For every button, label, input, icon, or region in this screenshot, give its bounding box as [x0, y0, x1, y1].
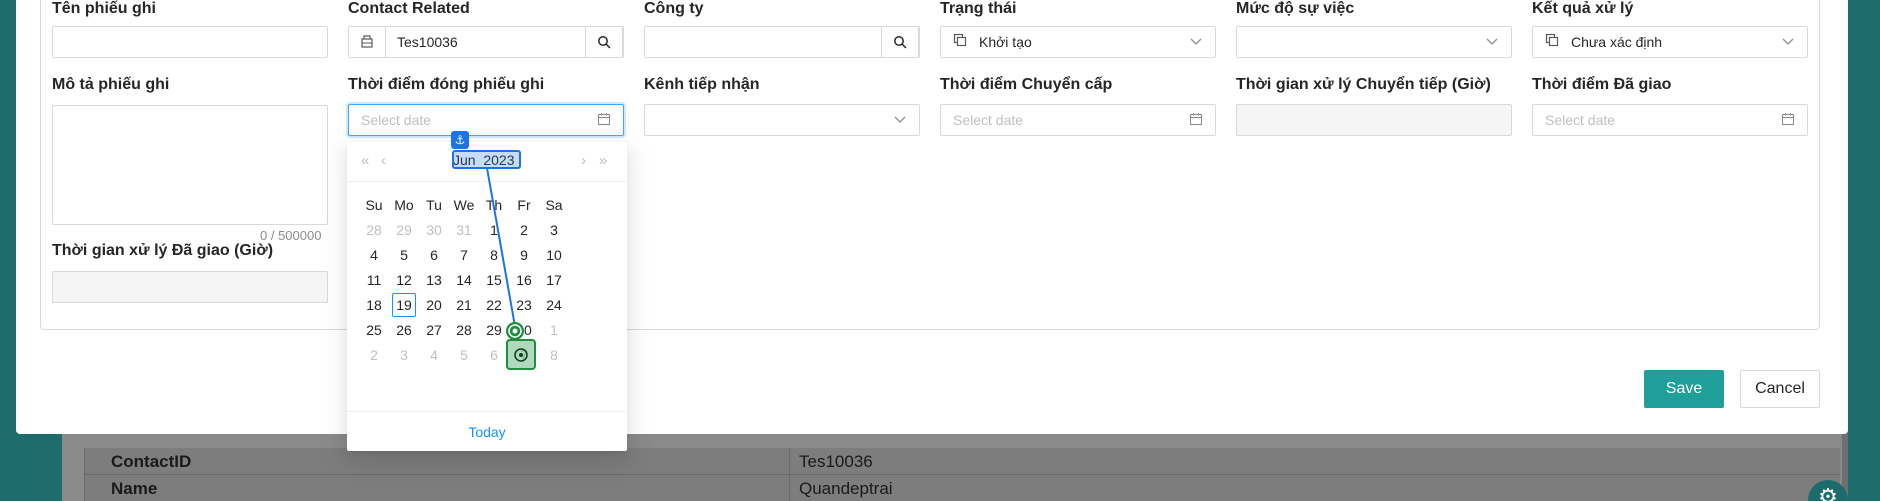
contact-related-input[interactable]: Tes10036 — [348, 26, 624, 58]
label-trang-thai: Trạng thái — [940, 0, 1017, 17]
super-next-year-icon[interactable]: » — [599, 152, 607, 169]
calendar-day[interactable]: 8 — [536, 340, 572, 370]
cancel-button[interactable]: Cancel — [1740, 370, 1820, 408]
label-thoi-gian-da-giao: Thời gian xử lý Đã giao (Giờ) — [52, 242, 274, 259]
chevron-down-icon — [1485, 34, 1501, 50]
copy-icon — [953, 33, 967, 50]
building-icon — [349, 27, 386, 57]
row-value: Tes10036 — [799, 452, 873, 471]
today-link[interactable]: Today — [347, 411, 627, 451]
character-counter: 0 / 500000 — [260, 228, 322, 243]
row-value: Quandeptrai — [799, 479, 893, 498]
next-month-icon[interactable]: › — [581, 152, 586, 169]
chevron-down-icon — [1189, 34, 1205, 50]
thoi-diem-dong-datepicker[interactable]: Select date — [348, 104, 624, 136]
thoi-diem-da-giao-datepicker[interactable]: Select date — [1532, 104, 1808, 136]
label-thoi-gian-chuyen-tiep: Thời gian xử lý Chuyển tiếp (Giờ) — [1236, 76, 1491, 93]
copy-icon — [1545, 33, 1559, 50]
background-right-strip — [1848, 0, 1880, 501]
thoi-diem-chuyen-cap-datepicker[interactable]: Select date — [940, 104, 1216, 136]
label-contact-related: Contact Related — [348, 0, 470, 17]
thoi-gian-chuyen-tiep-input — [1236, 104, 1512, 136]
save-button[interactable]: Save — [1644, 370, 1724, 408]
table-row: ContactID Tes10036 — [85, 448, 1840, 475]
calendar-icon — [597, 112, 613, 128]
ten-phieu-ghi-input[interactable] — [52, 26, 328, 58]
prev-month-icon[interactable]: ‹ — [381, 152, 386, 169]
chevron-down-icon — [1781, 34, 1797, 50]
thoi-gian-da-giao-input — [52, 271, 328, 303]
mo-ta-phieu-ghi-textarea[interactable] — [52, 105, 328, 225]
row-key: ContactID — [111, 452, 192, 471]
label-thoi-diem-da-giao: Thời điểm Đã giao — [1532, 76, 1672, 93]
table-row: Name Quandeptrai — [85, 475, 1840, 501]
label-ket-qua-xu-ly: Kết quả xử lý — [1532, 0, 1634, 17]
ket-qua-xu-ly-select[interactable]: Chưa xác định — [1532, 26, 1808, 58]
annotation-highlight-box — [452, 150, 521, 169]
label-thoi-diem-dong: Thời điểm đóng phiếu ghi — [348, 76, 545, 93]
search-icon[interactable] — [585, 26, 623, 58]
row-key: Name — [111, 479, 158, 498]
trang-thai-select[interactable]: Khởi tạo — [940, 26, 1216, 58]
muc-do-su-viec-select[interactable] — [1236, 26, 1512, 58]
search-icon[interactable] — [881, 26, 919, 58]
kenh-tiep-nhan-select[interactable] — [644, 104, 920, 136]
datepicker-dropdown: « ‹ Jun 2023 › » Su Mo Tu We Th Fr Sa 28 29 30 31 1… — [347, 142, 627, 451]
cong-ty-input[interactable] — [644, 26, 920, 58]
create-record-modal: Tên phiếu ghi Contact Related Công ty Tr… — [16, 0, 1848, 434]
anchor-icon: ⚓ — [451, 131, 469, 149]
label-kenh-tiep-nhan: Kênh tiếp nhận — [644, 76, 760, 93]
super-prev-year-icon[interactable]: « — [361, 152, 369, 169]
label-cong-ty: Công ty — [644, 0, 704, 17]
label-muc-do-su-viec: Mức độ sự việc — [1236, 0, 1355, 17]
target-icon — [506, 322, 524, 340]
calendar-icon — [1189, 112, 1205, 128]
label-ten-phieu-ghi: Tên phiếu ghi — [52, 0, 156, 17]
label-mo-ta-phieu-ghi: Mô tả phiếu ghi — [52, 76, 170, 93]
label-thoi-diem-chuyen-cap: Thời điểm Chuyển cấp — [940, 76, 1113, 93]
contact-related-value: Tes10036 — [397, 34, 458, 50]
chevron-down-icon — [893, 112, 909, 128]
background-detail-table: ContactID Tes10036 Name Quandeptrai — [84, 448, 1840, 501]
annotation-target-marker — [506, 339, 536, 370]
calendar-icon — [1781, 112, 1797, 128]
